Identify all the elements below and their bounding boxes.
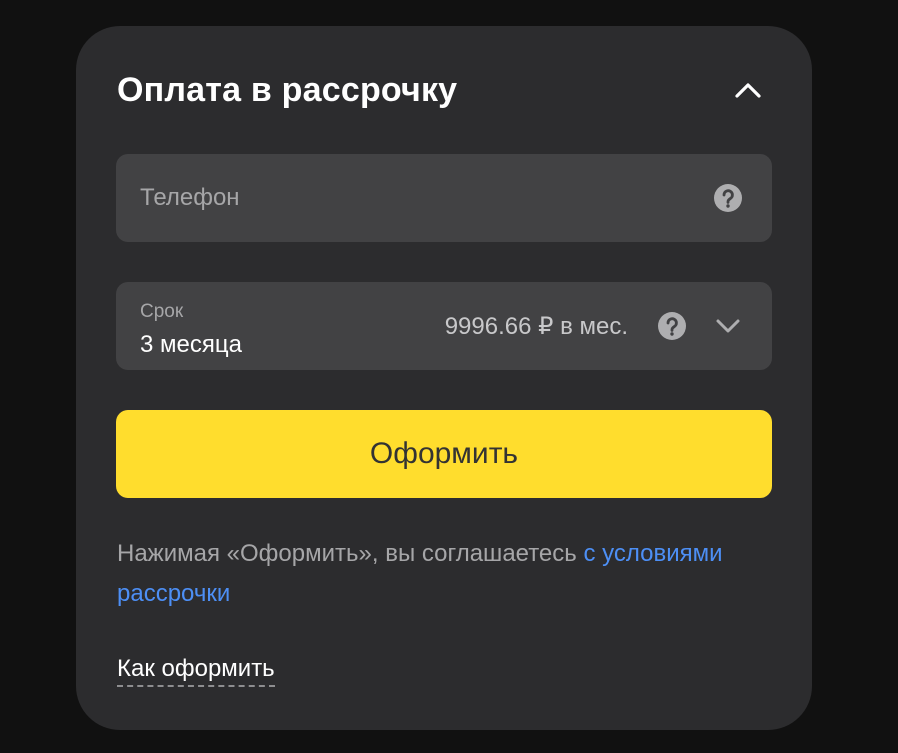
chevron-down-icon[interactable] — [712, 312, 744, 340]
submit-button[interactable]: Оформить — [116, 410, 772, 498]
agreement-prefix: Нажимая «Оформить», вы соглашаетесь — [117, 540, 584, 567]
term-select[interactable]: Срок 3 месяца 9996.66 ₽ в мес. — [116, 282, 772, 370]
term-help-icon[interactable] — [658, 312, 686, 340]
phone-field[interactable]: Телефон — [116, 154, 772, 242]
chevron-up-icon — [735, 83, 761, 98]
collapse-button[interactable] — [729, 74, 767, 106]
agreement-text: Нажимая «Оформить», вы соглашаетесь с ус… — [117, 534, 787, 614]
phone-placeholder: Телефон — [140, 184, 240, 211]
installment-payment-card: Оплата в рассрочку Телефон Срок 3 месяца… — [76, 26, 812, 730]
card-title: Оплата в рассрочку — [117, 71, 458, 109]
monthly-payment: 9996.66 ₽ в мес. — [444, 313, 628, 340]
phone-help-icon[interactable] — [714, 184, 742, 212]
how-to-apply-link[interactable]: Как оформить — [117, 654, 275, 687]
term-selected-value: 3 месяца — [140, 331, 242, 358]
term-label: Срок — [140, 301, 184, 322]
